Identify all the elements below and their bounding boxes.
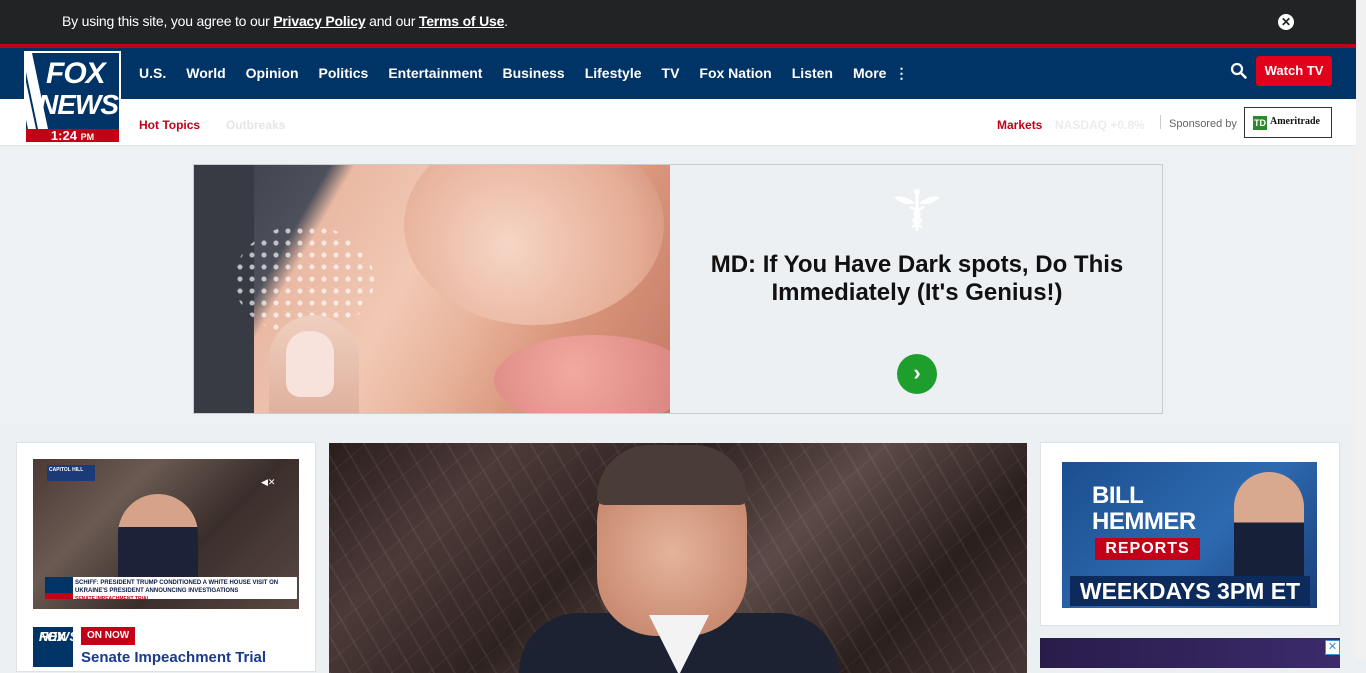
nav-item-us[interactable]: U.S. bbox=[139, 65, 166, 82]
video-chyron: SCHIFF: PRESIDENT TRUMP CONDITIONED A WH… bbox=[45, 577, 297, 602]
nav-item-tv[interactable]: TV bbox=[662, 65, 680, 82]
sub-nav bbox=[0, 99, 1356, 146]
nav-item-business[interactable]: Business bbox=[502, 65, 564, 82]
live-video-title[interactable]: Senate Impeachment Trial bbox=[81, 649, 266, 666]
nav-menu: U.S. World Opinion Politics Entertainmen… bbox=[139, 65, 928, 82]
logo-mark: FOX NEWS bbox=[26, 53, 119, 129]
ad-close-icon[interactable]: ✕ bbox=[1325, 640, 1340, 655]
chyron-text: SCHIFF: PRESIDENT TRUMP CONDITIONED A WH… bbox=[75, 580, 279, 594]
chyron-subtext: SENATE IMPEACHMENT TRIAL bbox=[75, 596, 150, 602]
ad-image bbox=[194, 165, 670, 413]
promo-name-line1: BILL bbox=[1092, 482, 1144, 509]
ad-headline: MD: If You Have Dark spots, Do This Imme… bbox=[710, 251, 1124, 306]
video-speaker bbox=[118, 494, 198, 589]
nav-item-lifestyle[interactable]: Lifestyle bbox=[585, 65, 642, 82]
logo-text-fox: FOX bbox=[46, 57, 106, 90]
logo-ampm: PM bbox=[80, 132, 95, 142]
scrollbar[interactable] bbox=[1356, 0, 1366, 659]
cookie-text-mid: and our bbox=[365, 13, 419, 29]
nav-item-fox-nation[interactable]: Fox Nation bbox=[699, 65, 771, 82]
hot-topic-item[interactable]: Outbreaks bbox=[226, 118, 285, 132]
logo-time: 1:24 bbox=[50, 128, 77, 143]
nav-more-label: More bbox=[852, 65, 887, 81]
market-ticker[interactable]: NASDAQ +0.8% bbox=[1055, 118, 1145, 132]
sponsored-by-label: Sponsored by bbox=[1169, 118, 1237, 130]
close-icon[interactable]: ✕ bbox=[1278, 14, 1294, 30]
cookie-text-suffix: . bbox=[504, 13, 508, 29]
td-logo-icon: TD bbox=[1253, 116, 1267, 130]
live-video-player[interactable]: CAPITOL HILL ◀✕ SCHIFF: PRESIDENT TRUMP … bbox=[33, 459, 299, 609]
privacy-policy-link[interactable]: Privacy Policy bbox=[273, 13, 365, 29]
terms-of-use-link[interactable]: Terms of Use bbox=[419, 13, 504, 29]
logo-clock: 1:24 PM bbox=[26, 129, 119, 142]
caduceus-icon bbox=[894, 189, 940, 231]
vertical-dots-icon: ⋮ bbox=[894, 65, 909, 81]
sponsor-name: Ameritrade bbox=[1270, 116, 1320, 127]
sidebar-ad[interactable] bbox=[1040, 638, 1340, 668]
watch-tv-button[interactable]: Watch TV bbox=[1256, 56, 1332, 86]
cookie-banner: By using this site, you agree to our Pri… bbox=[0, 0, 1356, 44]
host-photo bbox=[1234, 472, 1304, 592]
nav-item-world[interactable]: World bbox=[186, 65, 225, 82]
banner-ad[interactable]: MD: If You Have Dark spots, Do This Imme… bbox=[193, 164, 1163, 414]
logo-text-news: NEWS bbox=[38, 89, 119, 120]
nav-item-opinion[interactable]: Opinion bbox=[246, 65, 299, 82]
nav-item-listen[interactable]: Listen bbox=[792, 65, 833, 82]
mute-icon[interactable]: ◀✕ bbox=[261, 477, 281, 489]
promo-schedule: WEEKDAYS 3PM ET bbox=[1070, 576, 1310, 606]
hot-topics-label[interactable]: Hot Topics bbox=[139, 118, 200, 132]
chevron-right-icon[interactable]: › bbox=[897, 354, 937, 394]
bill-hemmer-promo[interactable]: BILL HEMMER REPORTS WEEKDAYS 3PM ET bbox=[1062, 462, 1317, 608]
chyron-live-badge bbox=[45, 593, 73, 599]
subnav-divider bbox=[1160, 115, 1161, 129]
video-location-tag: CAPITOL HILL bbox=[47, 465, 95, 481]
fox-news-logo[interactable]: FOX NEWS 1:24 PM bbox=[24, 51, 121, 144]
promo-reports: REPORTS bbox=[1095, 538, 1200, 560]
promo-name-line2: HEMMER bbox=[1092, 508, 1196, 535]
search-icon[interactable] bbox=[1230, 62, 1248, 80]
fox-news-channel-logo: FOX NEWS bbox=[33, 627, 78, 667]
cookie-text-prefix: By using this site, you agree to our bbox=[62, 13, 274, 29]
nav-item-more[interactable]: More ⋮ bbox=[853, 65, 908, 82]
td-ameritrade-sponsor[interactable]: TD Ameritrade bbox=[1244, 107, 1332, 138]
nav-item-entertainment[interactable]: Entertainment bbox=[388, 65, 482, 82]
markets-label[interactable]: Markets bbox=[997, 118, 1042, 132]
lead-story-image[interactable] bbox=[329, 443, 1027, 673]
nav-item-politics[interactable]: Politics bbox=[319, 65, 369, 82]
cookie-notice: By using this site, you agree to our Pri… bbox=[62, 13, 508, 29]
on-now-badge: ON NOW bbox=[81, 627, 136, 645]
